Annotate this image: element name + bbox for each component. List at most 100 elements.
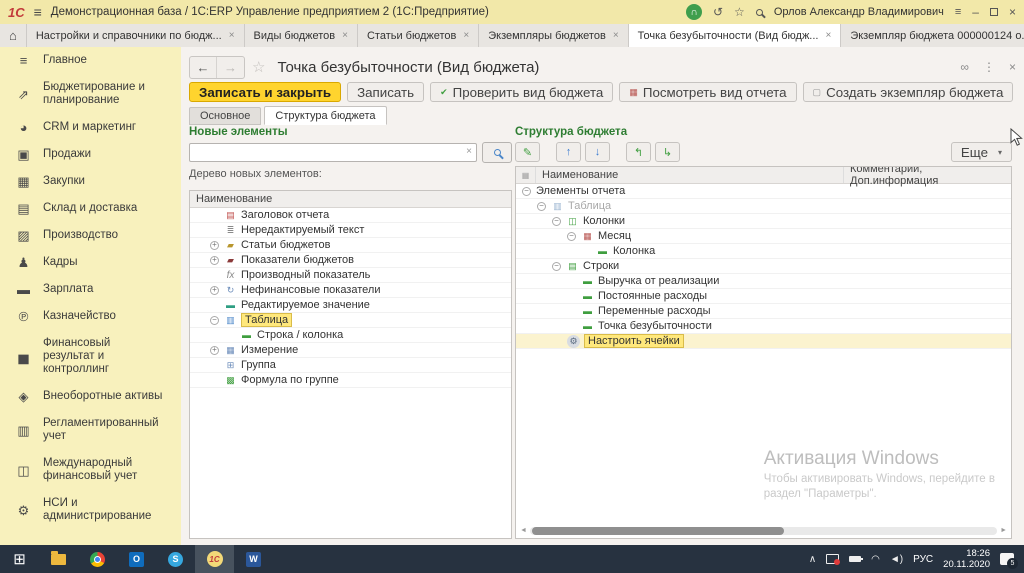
scroll-left-icon[interactable]: ◄ [520,527,527,534]
close-tab-icon[interactable]: × [613,30,619,41]
column-header-comment[interactable]: Комментарий, Доп.информация [843,167,1011,183]
service-menu-icon[interactable]: ≡ [955,6,961,18]
move-out-of-group-button[interactable]: ↳ [655,142,680,162]
tree-item-editable-value[interactable]: ▬Редактируемое значение [190,298,511,313]
structure-item-configure-cells[interactable]: ⚙Настроить ячейки [516,334,1011,349]
tree-item-report-header[interactable]: ▤Заголовок отчета [190,208,511,223]
tab-budget-structure[interactable]: Структура бюджета [264,106,386,125]
user-name[interactable]: Орлов Александр Владимирович [774,6,944,18]
structure-item-fixed-costs[interactable]: ▬Постоянные расходы [516,289,1011,304]
collapse-icon[interactable]: − [210,316,219,325]
volume-icon[interactable]: ◄) [890,554,903,565]
tab-budget-types[interactable]: Виды бюджетов× [245,24,358,47]
tab-budget-instance-124[interactable]: Экземпляр бюджета 000000124 о...× [841,24,1024,47]
search-button[interactable] [482,142,512,163]
view-report-button[interactable]: ▦Посмотреть вид отчета [619,82,796,102]
sidebar-item-purchasing[interactable]: ▦Закупки [0,168,181,195]
back-button[interactable]: ← [190,57,217,78]
sidebar-item-hr[interactable]: ♟Кадры [0,249,181,276]
tree-item-static-text[interactable]: ≣Нередактируемый текст [190,223,511,238]
file-explorer-button[interactable] [39,545,78,573]
minimize-button[interactable]: – [972,5,979,19]
tree-item-group[interactable]: ⊞Группа [190,358,511,373]
expand-icon[interactable]: + [210,256,219,265]
structure-more-button[interactable]: Еще [951,142,1012,162]
favorite-star-icon[interactable]: ☆ [252,58,265,76]
tree-item-nonfinancial-indicators[interactable]: +↻Нефинансовые показатели [190,283,511,298]
sidebar-item-warehouse[interactable]: ▤Склад и доставка [0,195,181,222]
column-header[interactable]: Наименование [190,191,511,208]
collapse-icon[interactable]: − [522,187,531,196]
screen-capture-icon[interactable] [826,554,839,564]
sidebar-item-regulated-accounting[interactable]: ▥Регламентированный учет [0,410,181,450]
expand-icon[interactable]: + [210,286,219,295]
clock[interactable]: 18:26 20.11.2020 [943,548,990,570]
tab-home[interactable]: ⌂ [0,24,27,47]
search-icon[interactable] [756,9,763,16]
move-into-group-button[interactable]: ↰ [626,142,651,162]
scroll-right-icon[interactable]: ► [1000,527,1007,534]
structure-item-revenue[interactable]: ▬Выручка от реализации [516,274,1011,289]
close-tab-icon[interactable]: × [825,30,831,41]
tab-main[interactable]: Основное [189,107,261,125]
close-tab-icon[interactable]: × [463,30,469,41]
tab-budget-settings[interactable]: Настройки и справочники по бюдж...× [27,24,245,47]
structure-item-table[interactable]: −▥Таблица [516,199,1011,214]
favorites-star-icon[interactable]: ☆ [734,5,745,19]
tree-item-table[interactable]: −▥Таблица [190,313,511,328]
maximize-button[interactable] [990,8,998,16]
sidebar-item-payroll[interactable]: ▬Зарплата [0,276,181,303]
sidebar-item-nsi-administration[interactable]: ⚙НСИ и администрирование [0,490,181,530]
structure-item-breakeven-point[interactable]: ▬Точка безубыточности [516,319,1011,334]
sidebar-item-noncurrent-assets[interactable]: ◈Внеоборотные активы [0,383,181,410]
sidebar-item-treasury[interactable]: ℗Казначейство [0,303,181,330]
scrollbar-thumb[interactable] [532,527,784,535]
close-tab-icon[interactable]: × [229,30,235,41]
language-indicator[interactable]: РУС [913,554,933,565]
close-tab-icon[interactable]: × [342,30,348,41]
structure-item-variable-costs[interactable]: ▬Переменные расходы [516,304,1011,319]
sidebar-item-international-accounting[interactable]: ◫Международный финансовый учет [0,450,181,490]
save-button[interactable]: Записать [347,82,424,102]
save-and-close-button[interactable]: Записать и закрыть [189,82,341,102]
word-button[interactable]: W [234,545,273,573]
sidebar-item-sales[interactable]: ▣Продажи [0,141,181,168]
wifi-icon[interactable]: ◠ [871,554,880,565]
edit-button[interactable]: ✎ [515,142,540,162]
tab-budget-instances[interactable]: Экземпляры бюджетов× [479,24,628,47]
more-dots-icon[interactable]: ⋮ [983,60,995,74]
forward-button[interactable]: → [217,57,244,78]
expand-icon[interactable]: + [210,346,219,355]
horizontal-scrollbar[interactable]: ◄ ► [520,526,1007,535]
tree-item-derived-indicator[interactable]: fxПроизводный показатель [190,268,511,283]
move-up-button[interactable]: ↑ [556,142,581,162]
column-header-name[interactable]: Наименование [536,169,843,181]
sidebar-item-crm[interactable]: ◕CRM и маркетинг [0,114,181,141]
1c-enterprise-button[interactable]: 1С [195,545,234,573]
tree-item-budget-articles[interactable]: +▰Статьи бюджетов [190,238,511,253]
structure-item-column[interactable]: ▬Колонка [516,244,1011,259]
sidebar-item-budgeting[interactable]: ⇗Бюджетирование и планирование [0,74,181,114]
structure-item-columns[interactable]: −◫Колонки [516,214,1011,229]
outlook-button[interactable]: O [117,545,156,573]
sidebar-item-financial-result[interactable]: ▅Финансовый результат и контроллинг [0,330,181,383]
battery-icon[interactable] [849,556,861,562]
tab-budget-articles[interactable]: Статьи бюджетов× [358,24,479,47]
notifications-bell-icon[interactable]: ∩ [686,4,702,20]
collapse-icon[interactable]: − [537,202,546,211]
sidebar-item-main[interactable]: ≡Главное [0,47,181,74]
collapse-icon[interactable]: − [567,232,576,241]
expand-icon[interactable]: + [210,241,219,250]
chrome-button[interactable] [78,545,117,573]
tree-item-budget-indicators[interactable]: +▰Показатели бюджетов [190,253,511,268]
grid-settings-icon[interactable]: ▦ [516,167,536,183]
history-icon[interactable]: ↺ [713,5,723,19]
hamburger-menu-icon[interactable]: ≡ [34,4,42,20]
collapse-icon[interactable]: − [552,217,561,226]
check-budget-type-button[interactable]: ✔Проверить вид бюджета [430,82,613,102]
collapse-icon[interactable]: − [552,262,561,271]
tree-item-dimension[interactable]: +▦Измерение [190,343,511,358]
structure-item-month[interactable]: −▦Месяц [516,229,1011,244]
structure-item-rows[interactable]: −▤Строки [516,259,1011,274]
search-input[interactable] [189,143,477,162]
